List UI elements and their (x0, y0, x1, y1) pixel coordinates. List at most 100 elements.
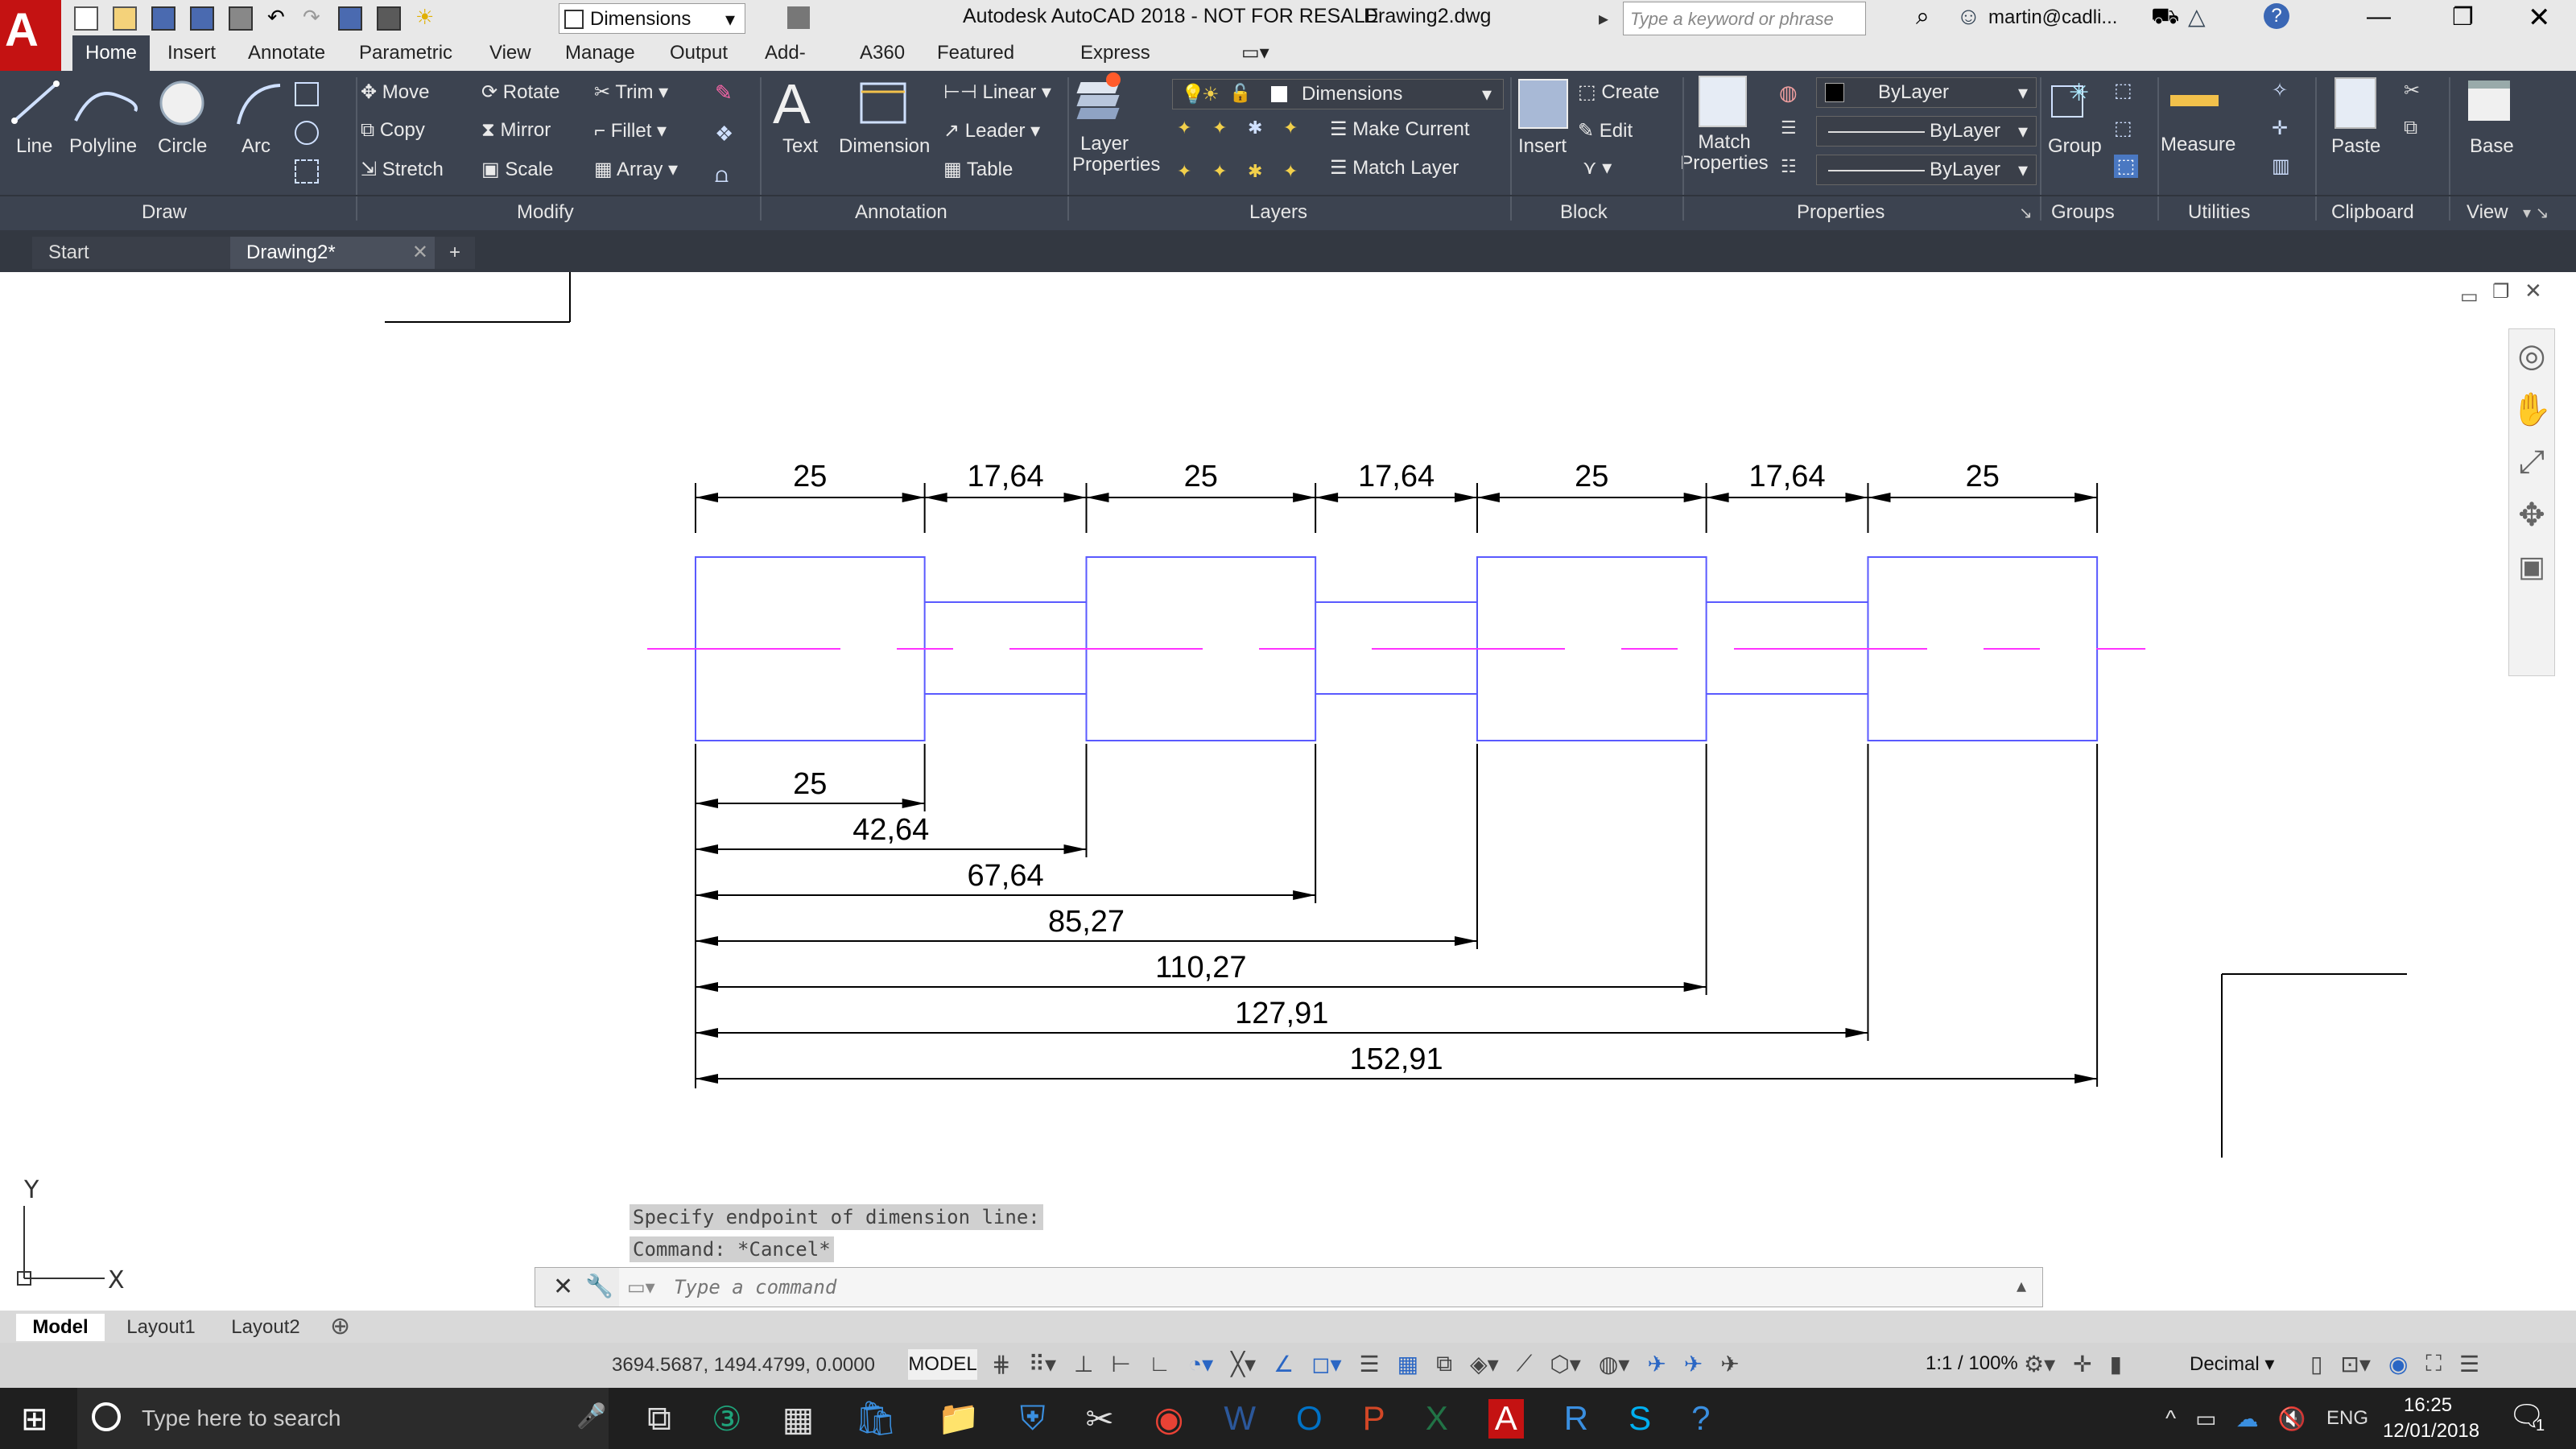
calculator-icon[interactable]: ▥ (2272, 155, 2299, 178)
explode-icon[interactable]: ❖ (715, 122, 739, 147)
orbit-icon[interactable]: ✥ (2518, 497, 2545, 534)
layer-quick-dropdown[interactable]: Dimensions ▾ (559, 3, 745, 34)
help-app-icon[interactable]: ? (1691, 1399, 1710, 1439)
language-indicator[interactable]: ENG (2326, 1407, 2368, 1430)
match-properties-button[interactable]: Match Properties (1680, 76, 1769, 174)
copy-clip-icon[interactable]: ⧉ (2404, 117, 2431, 139)
user-name[interactable]: martin@cadli... (1988, 6, 2117, 29)
leader-button[interactable]: ↗ Leader ▾ (943, 119, 1040, 142)
layer-properties-button[interactable]: Layer Properties (1072, 72, 1160, 175)
text-button[interactable]: A Text (773, 76, 818, 157)
gizmo-icon[interactable]: ◍▾ (1599, 1351, 1630, 1377)
command-history-toggle-icon[interactable]: ▴ (2017, 1274, 2026, 1298)
viewport-close-icon[interactable]: ✕ (2524, 279, 2542, 303)
color-wheel-icon[interactable]: ◍ (1779, 80, 1806, 105)
group-groups-label[interactable]: Groups (2051, 196, 2115, 229)
tab-drawing2[interactable]: Drawing2* ✕ (230, 237, 440, 269)
layer-unisolate-icon[interactable]: ✦ (1212, 161, 1236, 190)
mirror-button[interactable]: ⧗ Mirror (481, 119, 551, 142)
annotation-scale[interactable]: 1:1 / 100% (1926, 1352, 2018, 1375)
line-button[interactable]: Line (8, 79, 64, 157)
layer-isolate-icon[interactable]: ✦ (1212, 118, 1236, 147)
trim-button[interactable]: ✂ Trim ▾ (594, 80, 668, 104)
lock-ui-icon[interactable]: ⊡▾ (2340, 1351, 2371, 1377)
zoom-extents-icon[interactable]: ⤢ (2519, 444, 2545, 481)
create-block-button[interactable]: ⬚ Create (1578, 80, 1659, 104)
taskbar-search[interactable]: Type here to search 🎤 (77, 1388, 609, 1449)
user-icon[interactable]: ☺ (1956, 3, 1981, 31)
copy-button[interactable]: ⧉ Copy (361, 119, 425, 142)
edit-block-button[interactable]: ✎ Edit (1578, 119, 1633, 142)
layer-thaw-all-icon[interactable]: ✱ (1248, 161, 1272, 190)
undo-icon[interactable]: ↶ (267, 6, 288, 27)
rectangle-icon[interactable] (295, 82, 319, 106)
revit-icon[interactable]: R (1564, 1399, 1588, 1439)
close-icon[interactable]: ✕ (2528, 2, 2551, 34)
excel-icon[interactable]: X (1426, 1399, 1448, 1439)
word-icon[interactable]: W (1224, 1399, 1256, 1439)
cart-icon[interactable]: ⛟ (2151, 3, 2179, 32)
layer-lock-tool-icon[interactable]: ✦ (1283, 118, 1307, 147)
ungroup-icon[interactable]: ⬚ (2114, 79, 2141, 102)
view-launcher-icon[interactable]: ▾ ↘ (2523, 203, 2549, 223)
app-3-icon[interactable]: ③ (712, 1399, 742, 1439)
osnap-icon[interactable]: ◻▾ (1311, 1351, 1341, 1377)
workspace-icon[interactable] (377, 6, 401, 31)
group-utilities-label[interactable]: Utilities (2188, 196, 2250, 229)
viewport-minimize-icon[interactable]: ▭ (2460, 285, 2479, 308)
move-button[interactable]: ✥ Move (361, 80, 429, 104)
group-button[interactable]: ✳ Group (2048, 77, 2102, 157)
linetype-dropdown[interactable]: ByLayer ▾ (1816, 155, 2037, 185)
restore-icon[interactable]: ❐ (2452, 3, 2474, 31)
redo-icon[interactable]: ↷ (303, 6, 324, 27)
minimize-icon[interactable]: — (2367, 3, 2391, 31)
close-icon[interactable]: ✕ (553, 1273, 573, 1301)
circle-button[interactable]: Circle (153, 79, 209, 157)
array-button[interactable]: ▦ Array ▾ (594, 158, 678, 181)
layer-dropdown[interactable]: 💡 ☀ 🔓 Dimensions ▾ (1172, 79, 1504, 109)
infer-constraints-icon[interactable]: ⊥ (1074, 1351, 1093, 1377)
paste-button[interactable]: Paste (2331, 77, 2380, 157)
group-select-icon[interactable]: ⬚ (2114, 155, 2138, 178)
annotation-visibility-icon[interactable]: ✈ (1647, 1351, 1666, 1377)
skype-icon[interactable]: S (1629, 1399, 1651, 1439)
file-explorer-icon[interactable]: 📁 (938, 1399, 980, 1439)
binoculars-icon[interactable]: ⌕ (1916, 3, 1930, 31)
lineweight-dropdown[interactable]: ByLayer ▾ (1816, 116, 2037, 147)
lineweight-display-icon[interactable]: ☰ (1360, 1351, 1380, 1377)
3d-osnap-icon[interactable]: ◈▾ (1470, 1351, 1499, 1377)
block-attribute-icon[interactable]: ⋎ ▾ (1583, 156, 1612, 180)
volume-muted-icon[interactable]: 🔇 (2278, 1406, 2306, 1432)
region-icon[interactable] (295, 159, 319, 184)
layer-off-icon[interactable]: ✦ (1177, 118, 1201, 147)
group-draw-label[interactable]: Draw (142, 196, 187, 229)
arc-button[interactable]: Arc (230, 79, 287, 157)
group-clipboard-label[interactable]: Clipboard (2331, 196, 2414, 229)
tab-model[interactable]: Model (16, 1314, 105, 1341)
grid-icon[interactable]: ⋕ (992, 1351, 1010, 1377)
units-selector[interactable]: Decimal ▾ (2190, 1352, 2274, 1376)
group-block-label[interactable]: Block (1560, 196, 1608, 229)
insert-block-button[interactable]: Insert (1518, 79, 1568, 157)
dynamic-ucs-icon[interactable]: ⟋ (1517, 1351, 1533, 1377)
microphone-icon[interactable]: 🎤 (576, 1402, 606, 1430)
tab-annotate[interactable]: Annotate (235, 35, 338, 71)
isolate-objects-icon[interactable]: ▮ (2110, 1351, 2122, 1377)
group-layers-label[interactable]: Layers (1249, 196, 1307, 229)
task-view-icon[interactable]: ⧉ (647, 1399, 671, 1439)
clean-screen-icon[interactable]: ⛶ (2425, 1351, 2442, 1377)
tab-parametric[interactable]: Parametric (346, 35, 465, 71)
layer-tools-icon[interactable] (787, 6, 810, 29)
powerpoint-icon[interactable]: P (1363, 1399, 1385, 1439)
clock-time[interactable]: 16:25 (2404, 1394, 2452, 1417)
object-snap-tracking-icon[interactable]: ∠ (1274, 1351, 1294, 1377)
polar-icon[interactable]: ◔▾ (1188, 1351, 1213, 1377)
coordinates-readout[interactable]: 3694.5687, 1494.4799, 0.0000 (612, 1354, 875, 1377)
onedrive-icon[interactable]: ☁ (2236, 1406, 2259, 1432)
application-menu-button[interactable]: A (0, 0, 61, 71)
rotate-button[interactable]: ⟳ Rotate (481, 80, 560, 104)
ortho-icon[interactable]: ∟ (1149, 1351, 1170, 1377)
tab-featured-apps[interactable]: Featured Apps (924, 35, 1027, 99)
add-layout-icon[interactable]: ⊕ (330, 1312, 350, 1340)
dynamic-input-icon[interactable]: ⊢ (1111, 1351, 1130, 1377)
